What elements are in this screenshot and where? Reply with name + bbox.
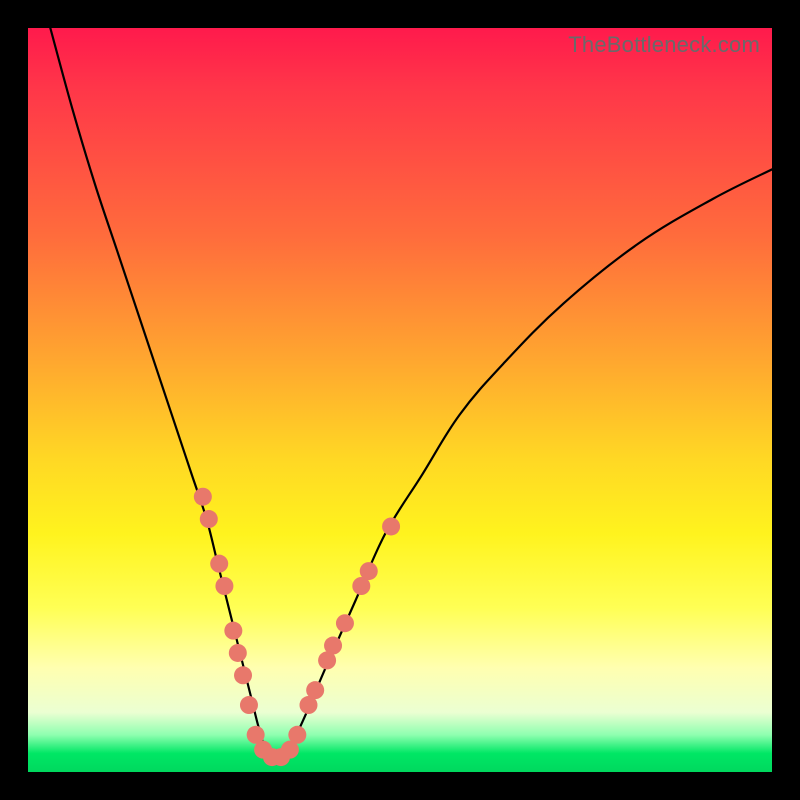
highlight-bead xyxy=(336,614,354,632)
highlight-bead xyxy=(234,666,252,684)
highlight-bead xyxy=(306,681,324,699)
chart-frame: TheBottleneck.com xyxy=(0,0,800,800)
highlight-bead xyxy=(288,726,306,744)
highlight-bead xyxy=(200,510,218,528)
highlight-bead xyxy=(360,562,378,580)
highlight-bead xyxy=(240,696,258,714)
highlight-bead xyxy=(382,517,400,535)
highlight-bead xyxy=(194,488,212,506)
bottleneck-curve xyxy=(50,28,772,757)
highlight-bead xyxy=(229,644,247,662)
highlight-bead xyxy=(210,555,228,573)
highlight-bead xyxy=(324,637,342,655)
highlight-bead xyxy=(215,577,233,595)
plot-area: TheBottleneck.com xyxy=(28,28,772,772)
chart-svg xyxy=(28,28,772,772)
highlight-beads-group xyxy=(194,488,400,766)
highlight-bead xyxy=(224,622,242,640)
